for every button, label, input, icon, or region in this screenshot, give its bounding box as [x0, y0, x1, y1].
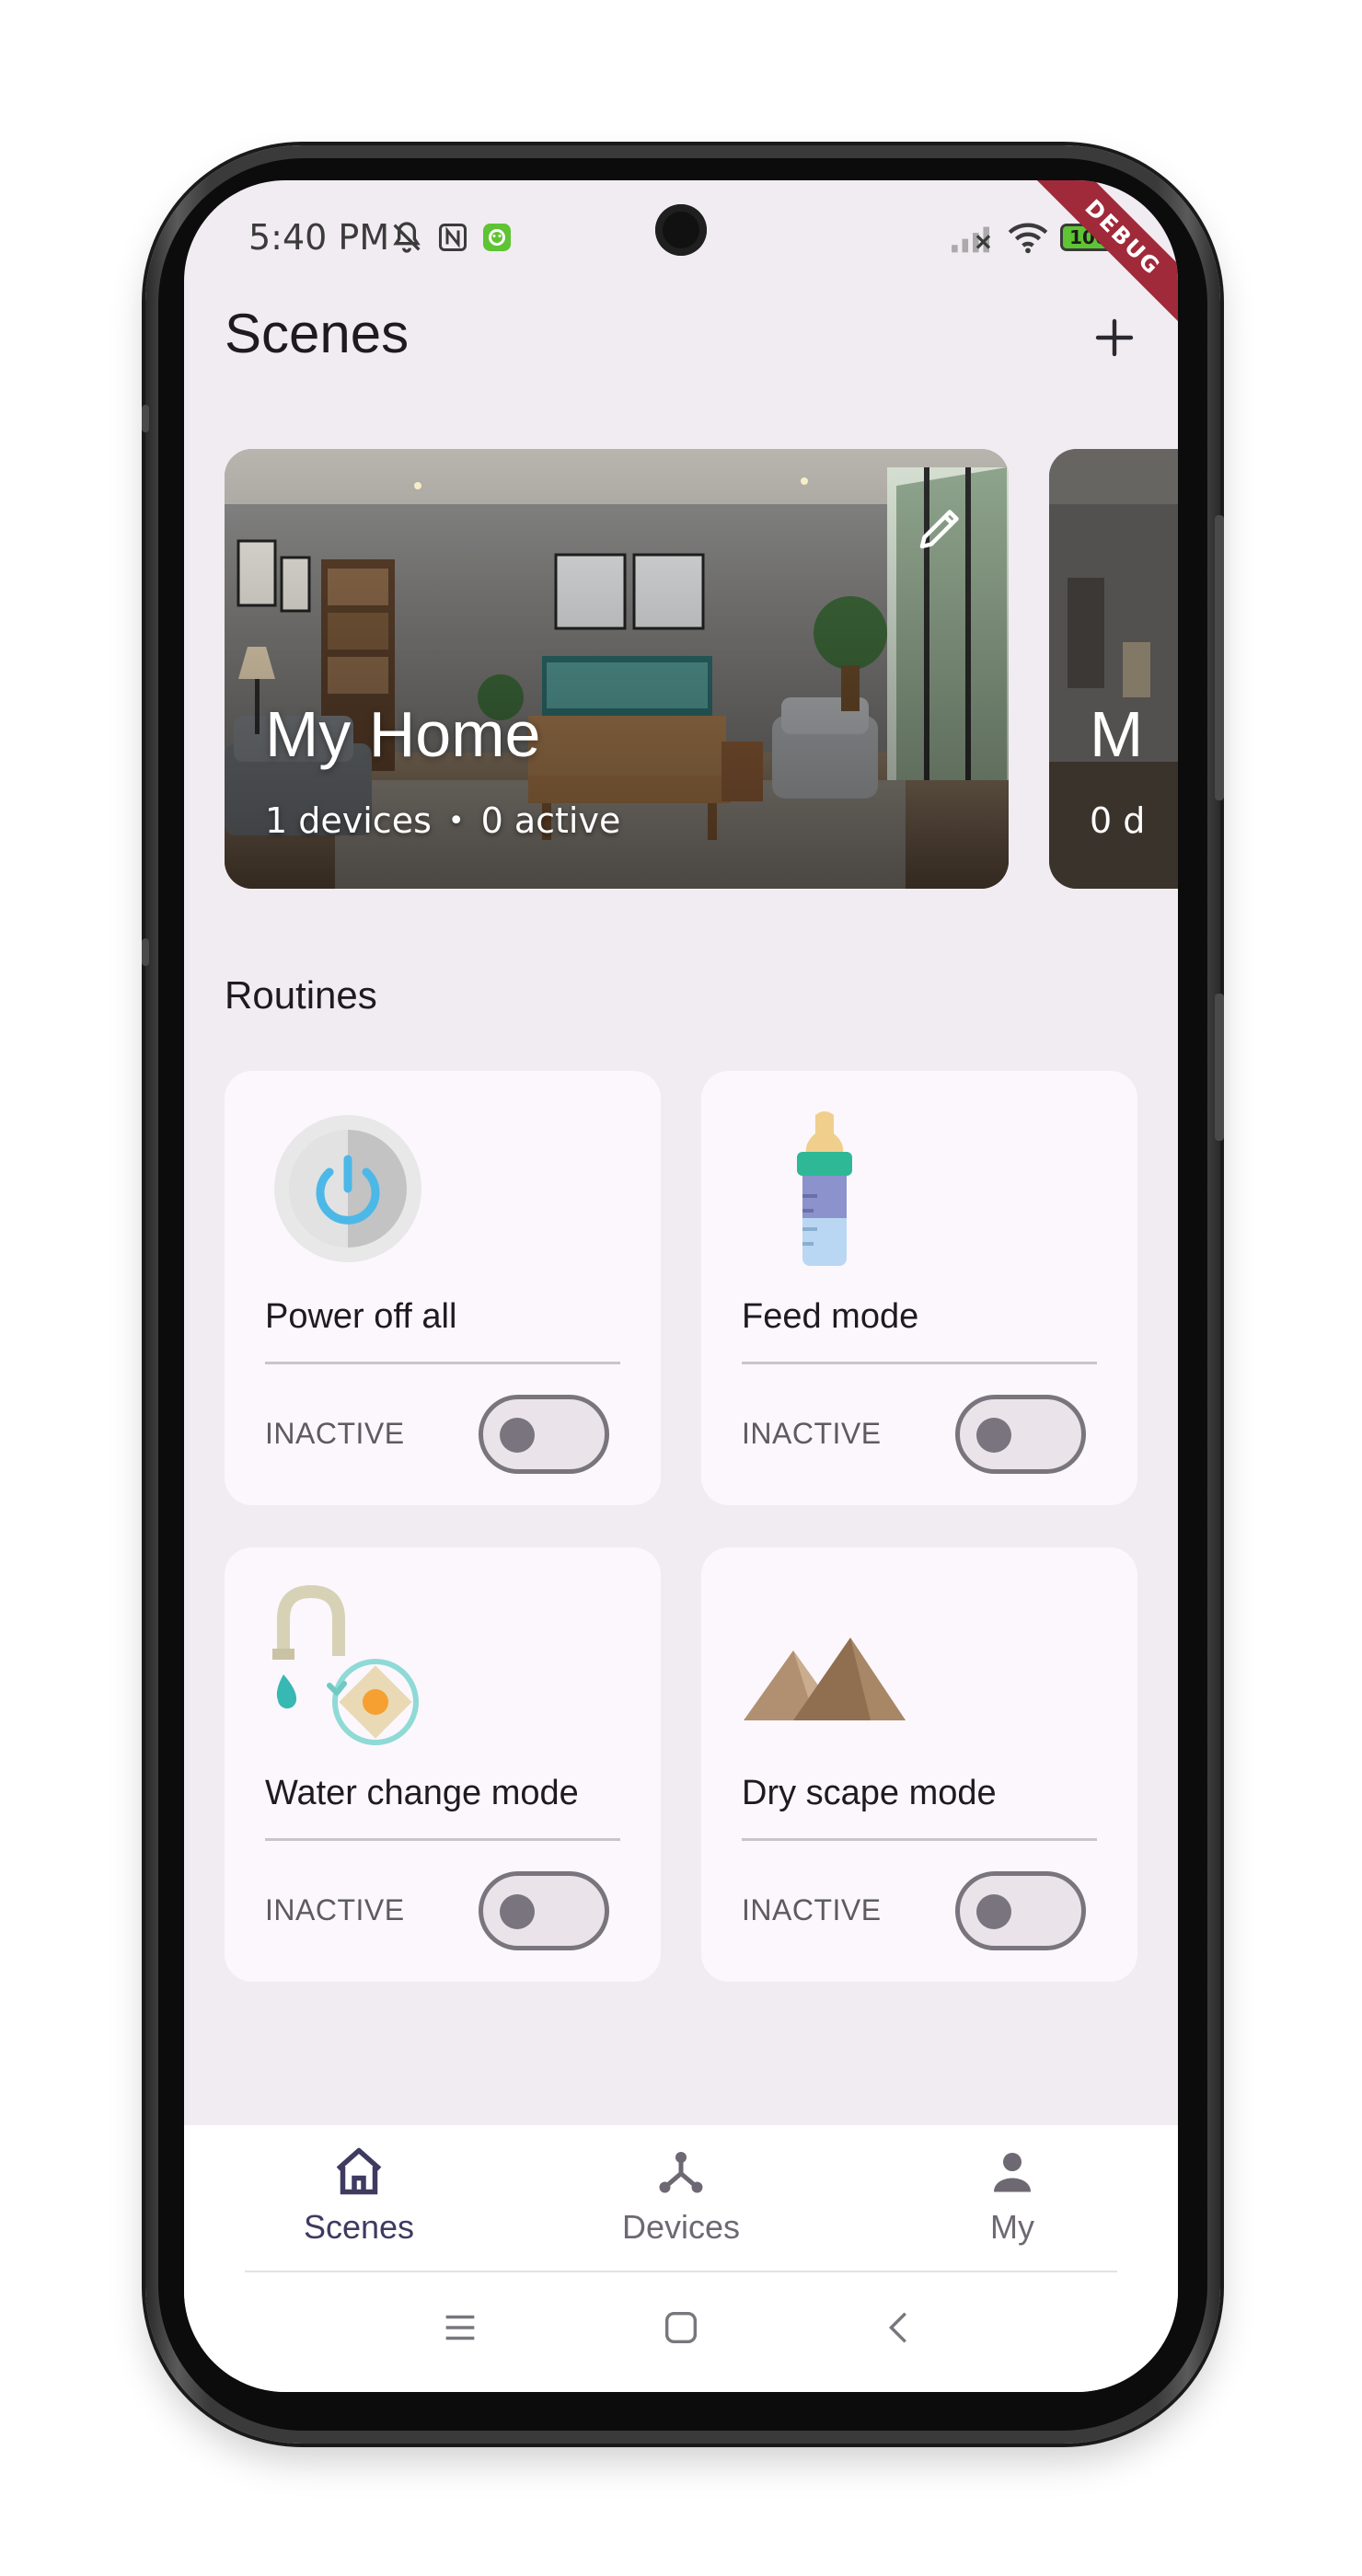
plus-icon [1095, 318, 1134, 357]
routine-card[interactable]: Water change mode INACTIVE [225, 1547, 661, 1982]
scene-card-next[interactable]: M 0 d [1049, 449, 1178, 889]
routine-toggle[interactable] [479, 1395, 609, 1474]
nav-label: Devices [621, 2208, 741, 2246]
menu-icon [445, 2315, 475, 2340]
edit-scene-icon[interactable] [913, 500, 968, 556]
power-icon [274, 1115, 421, 1262]
home-icon [336, 2147, 382, 2195]
square-icon [664, 2311, 698, 2344]
routine-status: INACTIVE [742, 1417, 882, 1450]
toggle-knob [500, 1418, 535, 1453]
status-time: 5:40 PM [248, 217, 390, 258]
routine-status: INACTIVE [265, 1893, 405, 1926]
recents-button[interactable] [433, 2300, 488, 2355]
scene-name: My Home [265, 698, 541, 770]
nav-label: Scenes [303, 2208, 415, 2246]
routine-card[interactable]: Power off all INACTIVE [225, 1071, 661, 1505]
divider [245, 2271, 1117, 2272]
routine-toggle[interactable] [955, 1395, 1086, 1474]
app-screen: 5:40 PM 100 DEBUG Scenes My Home 1 devic… [184, 180, 1178, 2392]
devices-icon [659, 2152, 703, 2193]
nav-my[interactable]: My [911, 2144, 1114, 2247]
nfc-icon [439, 224, 467, 251]
routine-name: Water change mode [265, 1774, 579, 1812]
routine-name: Feed mode [742, 1297, 919, 1336]
routine-status: INACTIVE [742, 1893, 882, 1926]
chevron-left-icon [888, 2312, 906, 2343]
status-icons-left [388, 219, 514, 256]
scene-name: M [1090, 698, 1144, 770]
signal-icon [952, 226, 991, 253]
scene-active-count: 0 active [480, 800, 621, 841]
routine-card[interactable]: Dry scape mode INACTIVE [701, 1547, 1137, 1982]
left-side-button [142, 405, 149, 432]
volume-button [1215, 515, 1224, 800]
home-button[interactable] [653, 2300, 709, 2355]
scene-device-count: 1 devices [265, 800, 432, 841]
front-camera [655, 204, 707, 256]
bottom-navigation: Scenes Devices My [184, 2125, 1178, 2392]
divider [265, 1362, 620, 1364]
toggle-knob [500, 1894, 535, 1929]
faucet-icon [272, 1584, 419, 1745]
nav-devices[interactable]: Devices [580, 2144, 782, 2247]
toggle-knob [976, 1894, 1011, 1929]
mountains-icon [744, 1638, 906, 1720]
divider [742, 1838, 1097, 1841]
status-bar: 5:40 PM 100 DEBUG [184, 180, 1178, 337]
wifi-icon [1008, 223, 1048, 254]
routine-status: INACTIVE [265, 1417, 405, 1450]
routine-name: Power off all [265, 1297, 457, 1336]
scene-card[interactable]: My Home 1 devices • 0 active [225, 449, 1009, 889]
meta-separator: • [447, 804, 465, 837]
person-icon [994, 2153, 1031, 2192]
scene-device-count: 0 d [1090, 800, 1146, 841]
mute-icon [393, 222, 421, 253]
add-scene-button[interactable] [1082, 305, 1147, 370]
scene-meta: 1 devices • 0 active [265, 800, 620, 841]
app-notification-icon [483, 224, 511, 251]
divider [742, 1362, 1097, 1364]
divider [265, 1838, 620, 1841]
routine-card[interactable]: Feed mode INACTIVE [701, 1071, 1137, 1505]
power-button [1215, 994, 1224, 1141]
back-button[interactable] [872, 2300, 928, 2355]
toggle-knob [976, 1418, 1011, 1453]
nav-scenes[interactable]: Scenes [258, 2144, 460, 2247]
page-title: Scenes [225, 303, 410, 364]
left-side-button [142, 938, 149, 966]
routine-toggle[interactable] [955, 1871, 1086, 1950]
baby-bottle-icon [797, 1111, 852, 1266]
routine-toggle[interactable] [479, 1871, 609, 1950]
nav-label: My [990, 2208, 1034, 2246]
routines-heading: Routines [225, 973, 377, 1017]
routine-name: Dry scape mode [742, 1774, 997, 1812]
